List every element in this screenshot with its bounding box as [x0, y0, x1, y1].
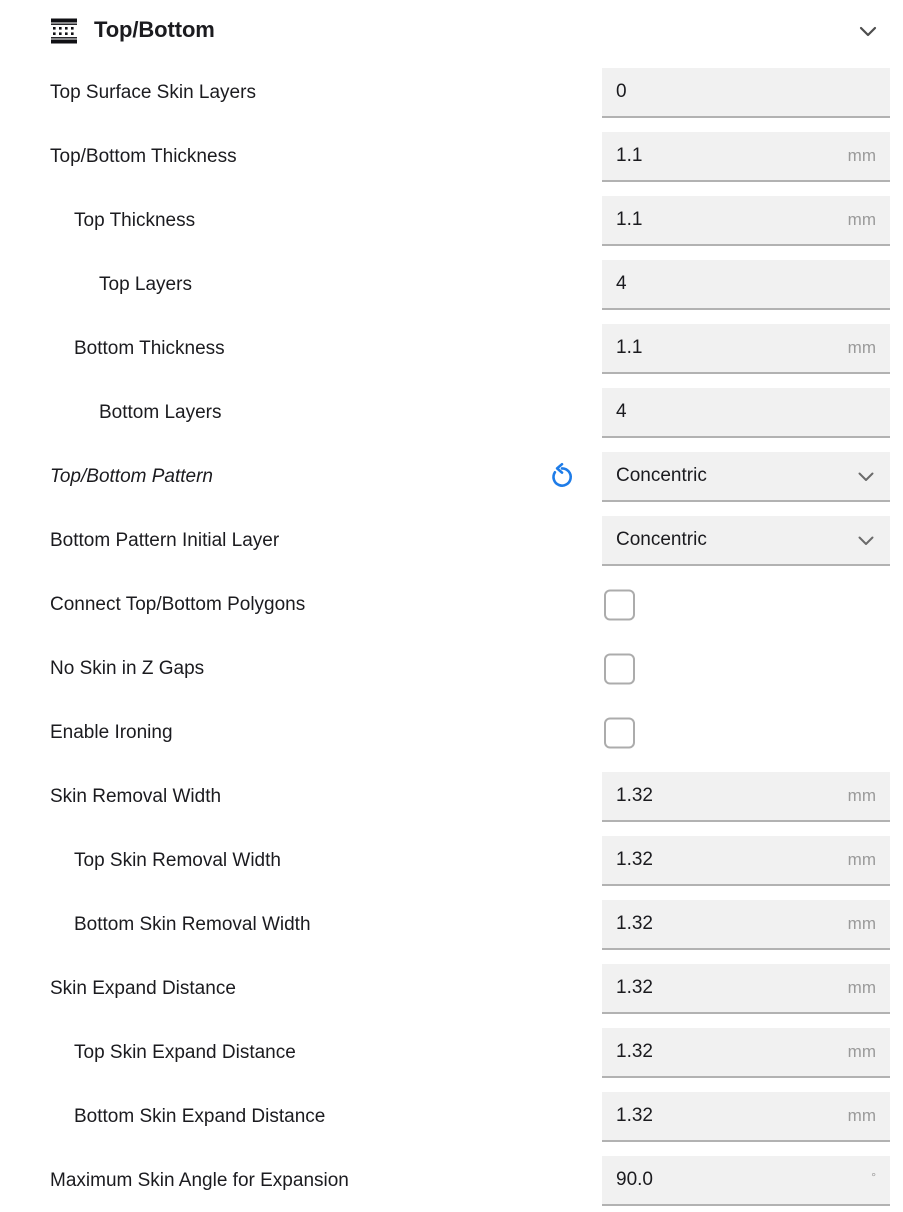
page-title: Top/Bottom — [94, 17, 215, 42]
setting-row: Top Layers 4 — [0, 253, 903, 317]
setting-input[interactable]: 1.1 mm — [602, 196, 890, 246]
setting-input[interactable]: 1.32 mm — [602, 1092, 890, 1142]
setting-row: Bottom Thickness 1.1 mm — [0, 317, 903, 381]
setting-input[interactable]: 0 — [602, 68, 890, 118]
setting-label: Connect Top/Bottom Polygons — [50, 594, 306, 615]
setting-unit: mm — [847, 914, 876, 933]
setting-row: Skin Removal Width 1.32 mm — [0, 765, 903, 829]
setting-checkbox[interactable] — [604, 589, 635, 621]
setting-value: 1.32 — [616, 1105, 653, 1126]
setting-input[interactable]: 1.32 mm — [602, 1028, 890, 1078]
setting-row: Bottom Layers 4 — [0, 381, 903, 445]
setting-checkbox[interactable] — [604, 717, 635, 749]
setting-row: Top Thickness 1.1 mm — [0, 189, 903, 253]
setting-unit: mm — [847, 1106, 876, 1125]
setting-row: Top Surface Skin Layers 0 — [0, 61, 903, 125]
setting-label: Skin Removal Width — [50, 786, 222, 807]
setting-unit: ° — [871, 1170, 876, 1184]
setting-row: Top/Bottom Pattern Concentric — [0, 445, 903, 509]
setting-label: Top Layers — [99, 274, 192, 295]
setting-input[interactable]: 4 — [602, 388, 890, 438]
setting-unit: mm — [847, 146, 876, 165]
section-header-top-bottom[interactable]: Top/Bottom — [0, 0, 903, 60]
setting-row: Top Skin Expand Distance 1.32 mm — [0, 1021, 903, 1085]
setting-value: 0 — [616, 81, 627, 102]
setting-row: Bottom Skin Removal Width 1.32 mm — [0, 893, 903, 957]
setting-row: Bottom Pattern Initial Layer Concentric — [0, 509, 903, 573]
setting-label: No Skin in Z Gaps — [50, 658, 205, 679]
setting-value: Concentric — [616, 465, 707, 486]
setting-label: Bottom Thickness — [74, 338, 225, 359]
setting-value: 1.32 — [616, 785, 653, 806]
revert-icon[interactable] — [546, 461, 578, 493]
setting-row: Top/Bottom Thickness 1.1 mm — [0, 125, 903, 189]
settings-panel: Top/Bottom Top Surface Skin Layers 0 Top/B… — [0, 0, 903, 1212]
setting-value: 1.32 — [616, 849, 653, 870]
setting-input[interactable]: 1.32 mm — [602, 900, 890, 950]
setting-label: Bottom Layers — [99, 402, 222, 423]
setting-input[interactable]: 90.0 ° — [602, 1156, 890, 1206]
setting-checkbox[interactable] — [604, 653, 635, 685]
setting-label: Enable Ironing — [50, 722, 173, 743]
setting-label: Top Skin Expand Distance — [74, 1042, 296, 1063]
setting-unit: mm — [847, 850, 876, 869]
setting-input[interactable]: 4 — [602, 260, 890, 310]
setting-label: Bottom Skin Removal Width — [74, 914, 311, 935]
setting-row: Bottom Skin Expand Distance 1.32 mm — [0, 1085, 903, 1149]
setting-label: Top/Bottom Pattern — [50, 466, 214, 487]
chevron-down-icon[interactable] — [854, 464, 878, 488]
setting-row: Maximum Skin Angle for Expansion 90.0 ° — [0, 1149, 903, 1212]
setting-label: Top/Bottom Thickness — [50, 146, 237, 167]
setting-row: Skin Expand Distance 1.32 mm — [0, 957, 903, 1021]
setting-input[interactable]: 1.32 mm — [602, 964, 890, 1014]
setting-label: Bottom Skin Expand Distance — [74, 1106, 326, 1127]
setting-row: Top Skin Removal Width 1.32 mm — [0, 829, 903, 893]
setting-value: 1.32 — [616, 1041, 653, 1062]
setting-label: Top Thickness — [74, 210, 196, 231]
setting-input[interactable]: 1.32 mm — [602, 772, 890, 822]
setting-dropdown[interactable]: Concentric — [602, 516, 890, 566]
top-bottom-layers-icon — [50, 18, 78, 44]
chevron-down-icon[interactable] — [854, 528, 878, 552]
setting-value: 1.1 — [616, 209, 643, 230]
setting-label: Top Skin Removal Width — [74, 850, 281, 871]
setting-input[interactable]: 1.32 mm — [602, 836, 890, 886]
setting-row: Enable Ironing — [0, 701, 903, 765]
setting-dropdown[interactable]: Concentric — [602, 452, 890, 502]
setting-value: 1.1 — [616, 145, 643, 166]
setting-row: No Skin in Z Gaps — [0, 637, 903, 701]
setting-unit: mm — [847, 210, 876, 229]
chevron-down-icon[interactable] — [855, 18, 881, 44]
setting-unit: mm — [847, 786, 876, 805]
setting-input[interactable]: 1.1 mm — [602, 324, 890, 374]
setting-unit: mm — [847, 338, 876, 357]
setting-label: Top Surface Skin Layers — [50, 82, 256, 103]
setting-value: 90.0 — [616, 1169, 653, 1190]
setting-label: Skin Expand Distance — [50, 978, 236, 999]
setting-label: Bottom Pattern Initial Layer — [50, 530, 280, 551]
setting-label: Maximum Skin Angle for Expansion — [50, 1170, 349, 1191]
setting-row: Connect Top/Bottom Polygons — [0, 573, 903, 637]
setting-unit: mm — [847, 978, 876, 997]
setting-input[interactable]: 1.1 mm — [602, 132, 890, 182]
setting-unit: mm — [847, 1042, 876, 1061]
setting-value: 4 — [616, 273, 627, 294]
setting-value: 1.1 — [616, 337, 643, 358]
setting-value: 1.32 — [616, 977, 653, 998]
setting-value: Concentric — [616, 529, 707, 550]
setting-value: 1.32 — [616, 913, 653, 934]
setting-value: 4 — [616, 401, 627, 422]
